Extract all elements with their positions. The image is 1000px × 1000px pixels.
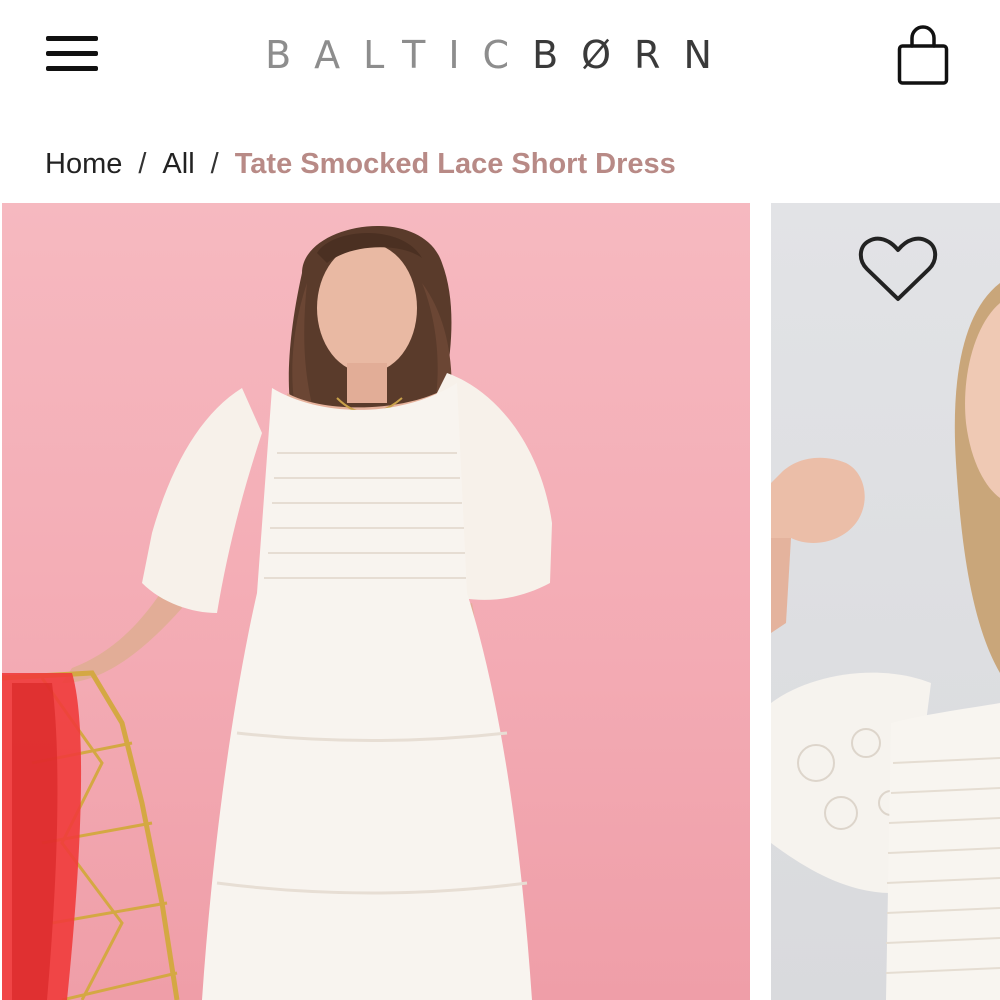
- breadcrumb-current-page: Tate Smocked Lace Short Dress: [234, 148, 676, 180]
- menu-button[interactable]: [44, 36, 100, 76]
- site-header: BALTICBØRN: [0, 0, 1000, 112]
- logo-text-light: BALTIC: [265, 33, 533, 77]
- breadcrumb-home-link[interactable]: Home: [45, 148, 122, 180]
- breadcrumb: Home / All / Tate Smocked Lace Short Dress: [45, 142, 676, 186]
- logo-text-dark: BØRN: [532, 33, 735, 77]
- cart-button[interactable]: [893, 24, 953, 88]
- breadcrumb-all-link[interactable]: All: [162, 148, 194, 180]
- product-image-gallery[interactable]: [0, 203, 1000, 1000]
- product-page: BALTICBØRN Home / All / Tate Smocked Lace Sh…: [0, 0, 1000, 1000]
- product-photo-secondary-illustration: [771, 283, 1000, 1000]
- product-photo-secondary[interactable]: [771, 203, 1000, 1000]
- heart-icon: [858, 236, 938, 301]
- favorite-button[interactable]: [857, 235, 939, 305]
- product-photo-main-illustration: [2, 225, 552, 1000]
- shopping-bag-icon: [897, 25, 949, 85]
- brand-logo[interactable]: BALTICBØRN: [200, 30, 800, 80]
- product-photo-main[interactable]: [2, 203, 750, 1000]
- breadcrumb-separator: /: [138, 148, 147, 180]
- breadcrumb-separator: /: [210, 148, 219, 180]
